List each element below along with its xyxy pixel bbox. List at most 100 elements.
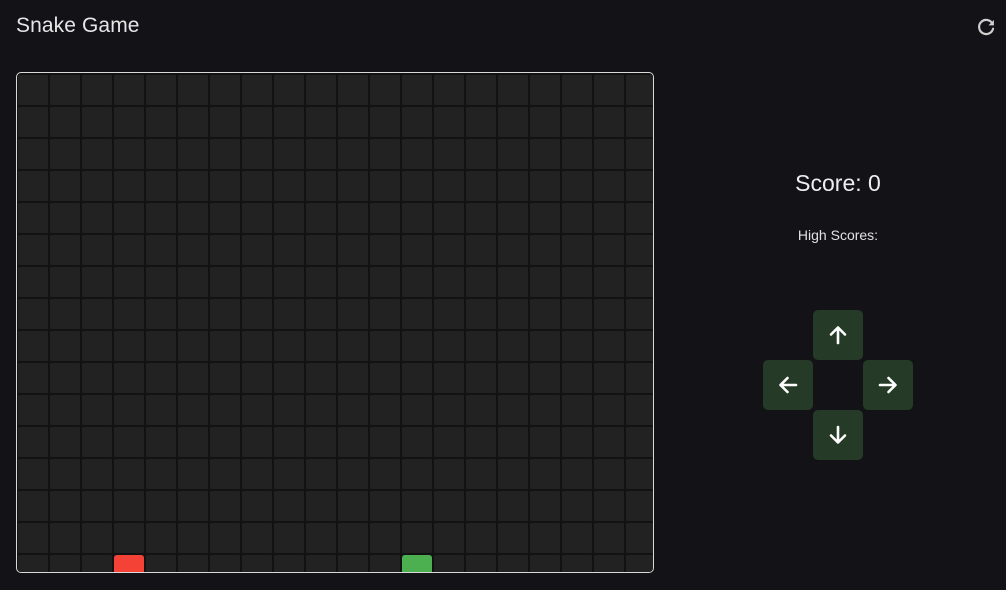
board-cell [242, 75, 272, 105]
board-cell [210, 267, 240, 297]
board-cell [370, 171, 400, 201]
board-cell [146, 363, 176, 393]
board-cell [50, 459, 80, 489]
board-cell [402, 107, 432, 137]
board-cell [306, 427, 336, 457]
board-cell [50, 555, 80, 572]
board-cell [242, 555, 272, 572]
board-cell [82, 523, 112, 553]
left-button[interactable] [763, 360, 813, 410]
board-cell [274, 235, 304, 265]
board-cell [306, 555, 336, 572]
restart-button[interactable] [976, 17, 996, 37]
board-cell [82, 555, 112, 572]
board-cell [50, 427, 80, 457]
board-cell [338, 363, 368, 393]
board-cell [242, 363, 272, 393]
board-cell [370, 363, 400, 393]
board-cell [50, 203, 80, 233]
board-cell [210, 491, 240, 521]
board-cell [434, 331, 464, 361]
right-button[interactable] [863, 360, 913, 410]
arrow-left-icon [779, 376, 798, 394]
board-cell [562, 459, 592, 489]
board-cell [114, 75, 144, 105]
board-cell [498, 523, 528, 553]
board-cell [402, 523, 432, 553]
board-cell [178, 75, 208, 105]
board-cell [626, 139, 653, 169]
board-cell [114, 139, 144, 169]
board-cell [178, 363, 208, 393]
board-cell [530, 203, 560, 233]
board-cell [466, 331, 496, 361]
board-cell [626, 235, 653, 265]
board-cell [306, 491, 336, 521]
board-cell [82, 235, 112, 265]
board-cell [50, 75, 80, 105]
board-cell [530, 171, 560, 201]
board-cell [402, 331, 432, 361]
board-cell [338, 299, 368, 329]
board-cell [114, 107, 144, 137]
board-cell [562, 363, 592, 393]
board-cell [50, 171, 80, 201]
board-cell [498, 107, 528, 137]
board-cell [82, 139, 112, 169]
board-cell [626, 203, 653, 233]
side-panel: Score: 0 High Scores: [670, 170, 1006, 243]
board-cell [146, 331, 176, 361]
board-cell [434, 139, 464, 169]
up-button[interactable] [813, 310, 863, 360]
down-button[interactable] [813, 410, 863, 460]
board-cell [562, 427, 592, 457]
board-cell [18, 555, 48, 572]
board-cell [466, 235, 496, 265]
board-cell [370, 267, 400, 297]
board-cell [370, 491, 400, 521]
snake-game-app: Snake Game Score: 0 High Scores: [0, 0, 1006, 590]
board-cell [562, 139, 592, 169]
board-cell [242, 395, 272, 425]
snake-head [402, 555, 432, 572]
board-cell [594, 299, 624, 329]
board-cell [18, 107, 48, 137]
board-cell [402, 427, 432, 457]
board-cell [626, 459, 653, 489]
board-cell [50, 107, 80, 137]
board-cell [434, 555, 464, 572]
board-cell [178, 139, 208, 169]
board-cell [210, 75, 240, 105]
board-cell [466, 459, 496, 489]
board-cell [498, 491, 528, 521]
board-cell [594, 171, 624, 201]
game-board[interactable] [16, 72, 654, 573]
board-cell [434, 107, 464, 137]
board-cell [82, 267, 112, 297]
board-cell [50, 235, 80, 265]
board-cell [370, 523, 400, 553]
board-cell [210, 331, 240, 361]
board-cell [146, 171, 176, 201]
board-cell [18, 139, 48, 169]
board-cell [114, 267, 144, 297]
board-cell [370, 107, 400, 137]
board-cell [594, 235, 624, 265]
board-cell [50, 523, 80, 553]
board-cell [466, 75, 496, 105]
board-cell [594, 267, 624, 297]
board-cell [210, 139, 240, 169]
board-cell [114, 459, 144, 489]
board-cell [434, 171, 464, 201]
board-cell [530, 523, 560, 553]
board-cell [146, 427, 176, 457]
board-cell [466, 107, 496, 137]
board-cell [498, 203, 528, 233]
board-cell [338, 235, 368, 265]
board-cell [498, 171, 528, 201]
board-cell [50, 139, 80, 169]
board-cell [594, 491, 624, 521]
board-cell [530, 491, 560, 521]
board-cell [82, 171, 112, 201]
board-cell [434, 267, 464, 297]
